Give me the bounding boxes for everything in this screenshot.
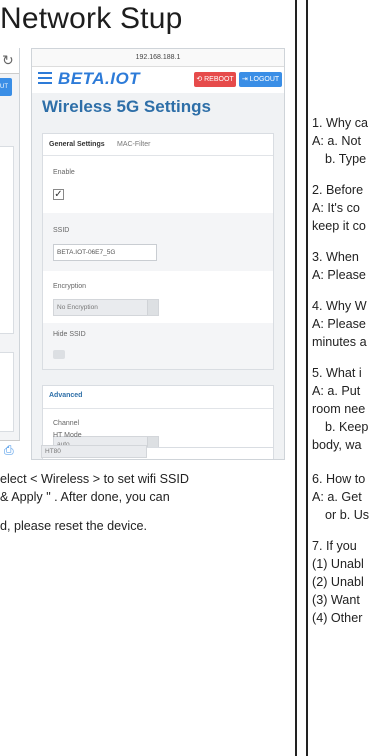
description-line: & Apply " . After done, you can <box>0 490 170 504</box>
encryption-label: Encryption <box>53 283 87 290</box>
ssid-label: SSID <box>53 227 70 234</box>
faq-list-item: (3) Want <box>312 593 360 607</box>
faq-answer: or b. Us <box>325 508 370 522</box>
left-phone-logout-button[interactable]: UT <box>0 78 12 96</box>
ht-mode-select[interactable]: HT80 <box>41 445 147 458</box>
faq-question: 1. Why ca <box>312 116 368 130</box>
faq-question: 6. How to <box>312 472 366 486</box>
faq-answer: A: a. Not <box>312 134 361 148</box>
faq-list-item: (4) Other <box>312 611 363 625</box>
advanced-title: Advanced <box>49 392 83 399</box>
enable-field: Enable ✓ <box>43 157 273 213</box>
left-phone-toolbar: ↻ <box>0 48 19 74</box>
faq-answer: A: Please <box>312 268 366 282</box>
column-divider <box>306 0 308 756</box>
left-phone-screenshot: ↻ UT ⎙ <box>0 48 20 460</box>
settings-tabs: General Settings MAC-Filter <box>43 134 273 156</box>
faq-answer: A: Please <box>312 317 366 331</box>
hide-ssid-label: Hide SSID <box>53 331 86 338</box>
faq-question: 4. Why W <box>312 299 367 313</box>
faq-answer: body, wa <box>312 438 362 452</box>
general-settings-card: General Settings MAC-Filter Enable ✓ SSI… <box>42 133 274 370</box>
encryption-value: No Encryption <box>57 304 98 311</box>
faq-answer: A: a. Get <box>312 490 362 504</box>
faq-question: 5. What i <box>312 366 362 380</box>
ssid-input[interactable]: BETA.IOT-06E7_5G <box>53 244 157 261</box>
left-phone-bottom-bar: ⎙ <box>0 440 20 460</box>
faq-question: 3. When <box>312 250 359 264</box>
ht-mode-label: HT Mode <box>53 432 82 439</box>
app-header: BETA.IOT ⟲ REBOOT ⇥ LOGOUT <box>32 67 284 93</box>
phone-screenshot: 192.168.188.1 BETA.IOT ⟲ REBOOT ⇥ LOGOUT… <box>31 48 285 460</box>
chevron-down-icon <box>147 300 158 315</box>
logout-button[interactable]: ⇥ LOGOUT <box>239 72 282 87</box>
faq-list-item: (1) Unabl <box>312 557 364 571</box>
left-phone-card <box>0 146 14 334</box>
refresh-icon[interactable]: ↻ <box>2 52 14 69</box>
column-divider <box>295 0 297 756</box>
page-title: Network Stup <box>0 2 183 35</box>
faq-answer: b. Type <box>325 152 367 166</box>
screen-title: Wireless 5G Settings <box>42 97 211 116</box>
tab-mac-filter[interactable]: MAC-Filter <box>117 141 150 148</box>
reboot-button[interactable]: ⟲ REBOOT <box>194 72 236 87</box>
faq-answer: minutes a <box>312 335 367 349</box>
url-bar[interactable]: 192.168.188.1 <box>32 49 284 67</box>
faq-answer: A: It's co <box>312 201 360 215</box>
ht-mode-value: HT80 <box>45 448 61 455</box>
share-icon[interactable]: ⎙ <box>4 443 14 458</box>
faq-answer: b. Keep <box>325 420 369 434</box>
faq-question: 2. Before <box>312 183 364 197</box>
tab-general-settings[interactable]: General Settings <box>49 141 105 148</box>
faq-question: 7. If you <box>312 539 357 553</box>
brand-logo: BETA.IOT <box>58 69 141 88</box>
faq-answer: keep it co <box>312 219 366 233</box>
faq-list-item: (2) Unabl <box>312 575 364 589</box>
faq-answer: A: a. Put <box>312 384 361 398</box>
ssid-field: SSID BETA.IOT-06E7_5G <box>43 213 273 271</box>
description-line: elect < Wireless > to set wifi SSID <box>0 472 189 486</box>
description-line: d, please reset the device. <box>0 519 148 533</box>
left-phone-card <box>0 352 14 432</box>
faq-answer: room nee <box>312 402 366 416</box>
hide-ssid-toggle[interactable] <box>53 350 65 359</box>
encryption-select[interactable]: No Encryption <box>53 299 159 316</box>
hide-ssid-field: Hide SSID <box>43 323 273 369</box>
divider <box>43 408 273 409</box>
enable-checkbox[interactable]: ✓ <box>53 189 64 200</box>
encryption-field: Encryption No Encryption <box>43 271 273 323</box>
enable-label: Enable <box>53 169 75 176</box>
hamburger-menu-icon[interactable] <box>38 72 52 84</box>
channel-label: Channel <box>53 420 80 427</box>
